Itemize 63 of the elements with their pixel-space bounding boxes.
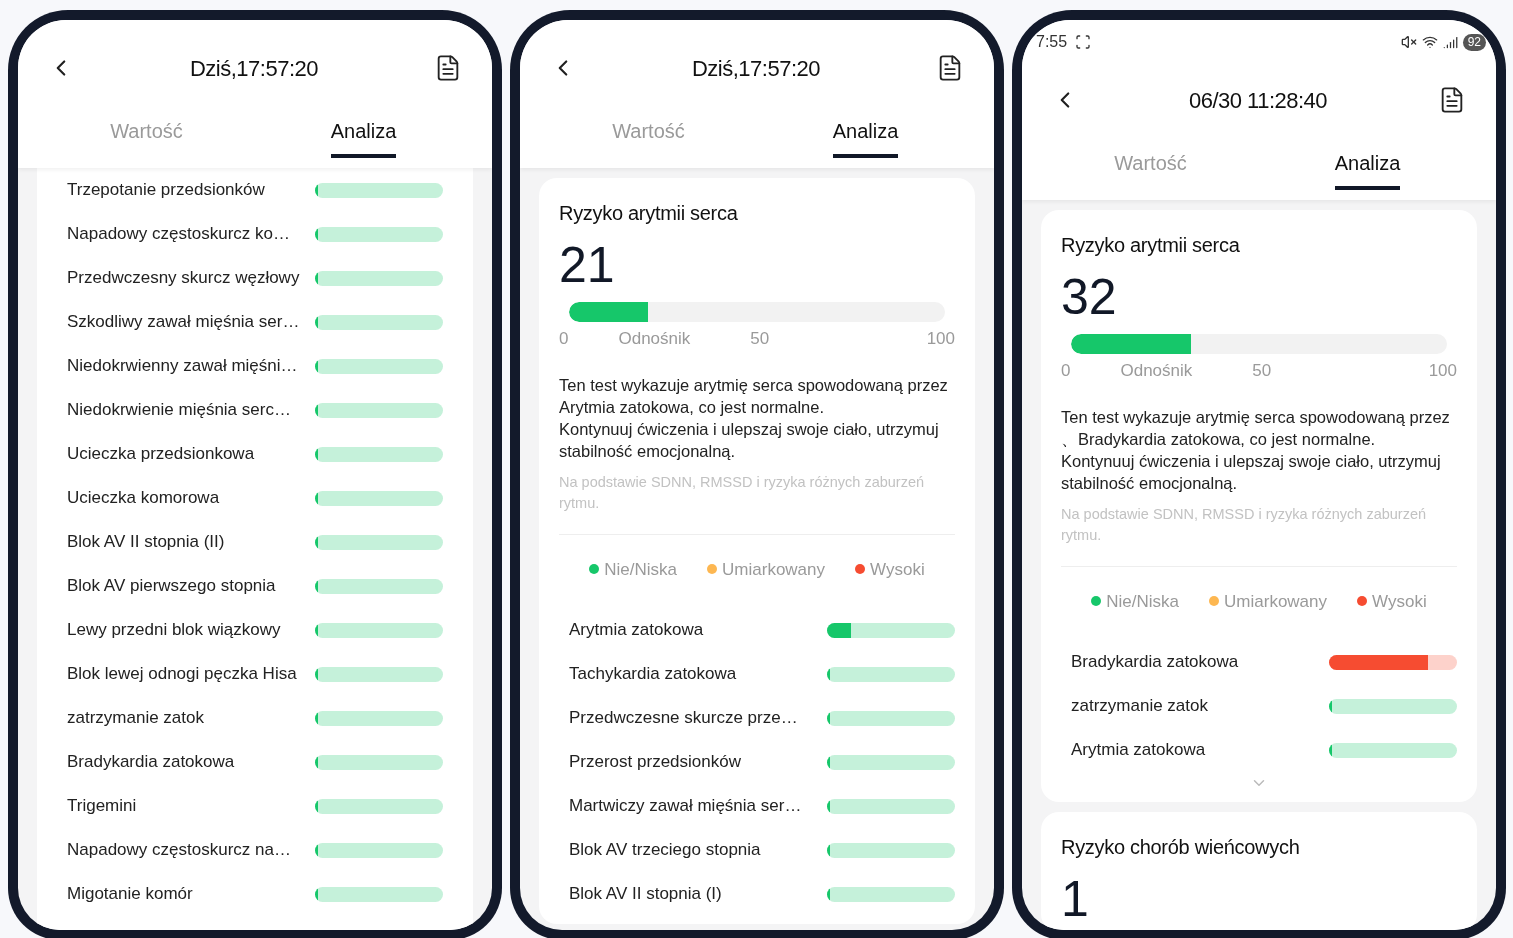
scale-label: 50 <box>750 328 770 350</box>
status-time: 7:55 <box>1036 32 1068 52</box>
condition-label: Szkodliwy zawał mięśnia ser… <box>67 311 300 334</box>
condition-label: Tachykardia zatokowa <box>569 663 737 686</box>
signal-icon <box>1442 34 1458 50</box>
condition-label: Niedokrwienny zawał mięśni… <box>67 355 298 378</box>
condition-label: Przedwczesny skurcz węzłowy <box>67 267 300 290</box>
condition-label: Niedokrwienie mięśnia serc… <box>67 399 291 422</box>
risk-score: 21 <box>559 240 616 290</box>
condition-label: Przedwczesne skurcze prze… <box>569 707 798 730</box>
window-title: Dziś,17:57:20 <box>190 54 318 83</box>
condition-label: Blok AV trzeciego stopnia <box>569 839 761 862</box>
condition-label: Napadowy częstoskurcz ko… <box>67 223 290 246</box>
condition-label: Lewy przedni blok wiązkowy <box>67 619 281 642</box>
window-title: 06/30 11:28:40 <box>1188 86 1328 115</box>
mute-icon <box>1400 34 1417 50</box>
scale-label: Odnośnik <box>618 328 691 350</box>
legend-label: Nie/Niska <box>1106 590 1180 613</box>
legend-label: Wysoki <box>870 558 925 581</box>
scale-label: 0 <box>559 328 569 350</box>
wifi-icon <box>1421 34 1438 50</box>
card-title: Ryzyko chorób wieńcowych <box>1061 835 1301 860</box>
window-title: Dziś,17:57:20 <box>692 54 820 83</box>
scale-label: Odnośnik <box>1120 360 1193 382</box>
description-text: Ten test wykazuje arytmię serca spowodowaną przez 、Bradykardia zatokowa, co jest normalne. <box>1061 406 1451 450</box>
condition-label: Martwiczy zawał mięśnia ser… <box>569 795 802 818</box>
scale-label: 100 <box>1428 360 1457 382</box>
tab[interactable]: Analiza <box>1334 128 1401 190</box>
condition-label: zatrzymanie zatok <box>67 707 204 730</box>
screenshot-icon <box>1075 34 1092 50</box>
card-title: Ryzyko arytmii serca <box>559 201 739 226</box>
legend-label: Umiarkowany <box>1224 590 1328 613</box>
condition-label: Trigemini <box>67 795 137 818</box>
description-text: Ten test wykazuje arytmię serca spowodowaną przez Arytmia zatokowa, co jest normalne. <box>559 374 949 418</box>
scale-label: 50 <box>1252 360 1272 382</box>
condition-label: Bradykardia zatokowa <box>1071 651 1239 674</box>
condition-label: zatrzymanie zatok <box>1071 695 1208 718</box>
condition-label: Migotanie komór <box>67 883 193 906</box>
legend-label: Nie/Niska <box>604 558 678 581</box>
condition-label: Napadowy częstoskurcz na… <box>67 839 291 862</box>
risk-score: 1 <box>1061 874 1090 924</box>
condition-label: Arytmia zatokowa <box>569 619 704 642</box>
condition-label: Arytmia zatokowa <box>1071 739 1206 762</box>
condition-label: Bradykardia zatokowa <box>67 751 235 774</box>
condition-label: Blok AV pierwszego stopnia <box>67 575 276 598</box>
condition-label: Blok lewej odnogi pęczka Hisa <box>67 663 297 686</box>
condition-label: Ucieczka przedsionkowa <box>67 443 255 466</box>
condition-label: Blok AV II stopnia (II) <box>67 531 225 554</box>
legend-label: Umiarkowany <box>722 558 826 581</box>
tab[interactable]: Analiza <box>832 96 899 158</box>
description-text: Kontynuuj ćwiczenia i ulepszaj swoje ciało, utrzymuj stabilność emocjonalną. <box>559 418 940 462</box>
condition-label: Przerost przedsionków <box>569 751 741 774</box>
scale-label: 0 <box>1061 360 1071 382</box>
legend-label: Wysoki <box>1372 590 1427 613</box>
description-text: Kontynuuj ćwiczenia i ulepszaj swoje ciało, utrzymuj stabilność emocjonalną. <box>1061 450 1442 494</box>
tab[interactable]: Analiza <box>330 96 397 158</box>
risk-score: 32 <box>1061 272 1118 322</box>
card-title: Ryzyko arytmii serca <box>1061 233 1241 258</box>
condition-label: Blok AV II stopnia (I) <box>569 883 722 906</box>
scale-label: 100 <box>926 328 955 350</box>
condition-label: Ucieczka komorowa <box>67 487 220 510</box>
battery-level: 92 <box>1462 33 1486 51</box>
condition-label: Trzepotanie przedsionków <box>67 179 265 202</box>
